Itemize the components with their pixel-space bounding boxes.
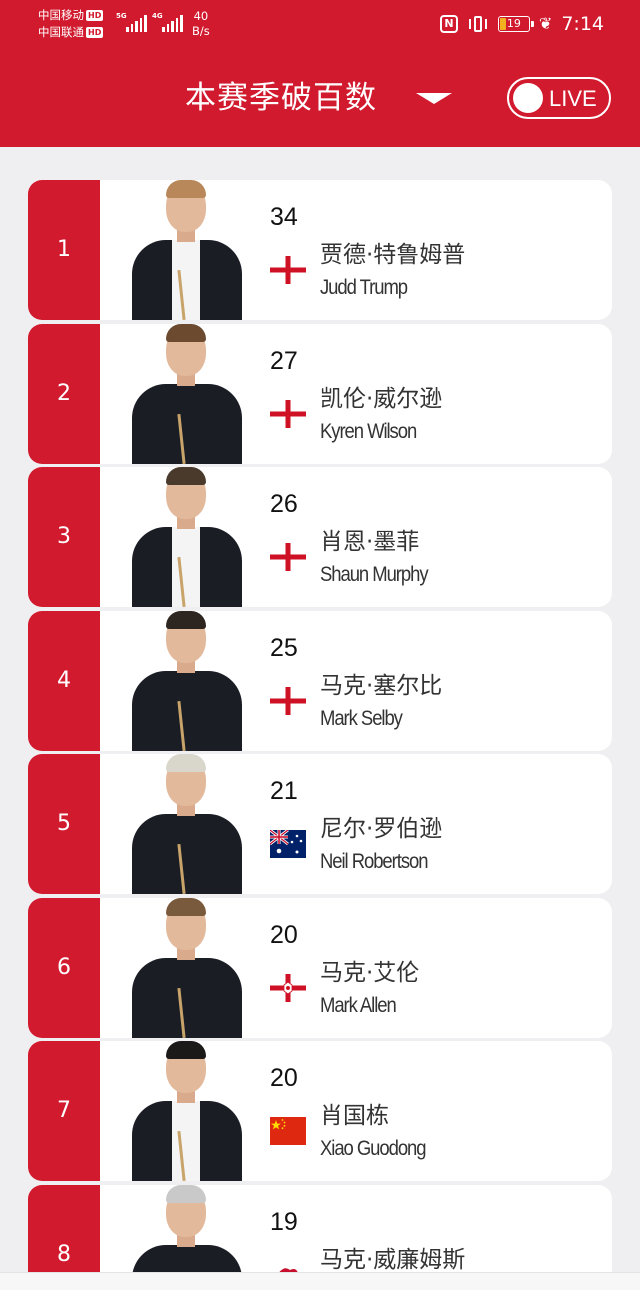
player-name-cn: 马克·威廉姆斯 (320, 1246, 466, 1273)
player-name-en: Mark Selby (320, 706, 403, 730)
player-photo (122, 467, 252, 607)
player-card[interactable]: 4 25 马克·塞尔比 Mark Selby (28, 610, 612, 751)
battery-icon: 19 (497, 16, 534, 32)
player-photo (122, 1184, 252, 1272)
england-flag (270, 543, 306, 571)
player-name-cn: 肖国栋 (320, 1103, 389, 1129)
rank-badge: 1 (28, 180, 100, 320)
net-speed-unit: B/s (192, 24, 210, 38)
nfc-icon: N (439, 15, 458, 33)
player-name-en: Kyren Wilson (320, 419, 417, 443)
player-card[interactable]: 3 26 肖恩·墨菲 Shaun Murphy (28, 467, 612, 607)
player-name-cn: 肖恩·墨菲 (320, 529, 420, 555)
player-name-cn: 马克·艾伦 (320, 959, 420, 986)
player-card[interactable]: 1 34 贾德·特鲁姆普 Judd Trump (28, 180, 612, 320)
player-name-en: Mark Allen (320, 993, 397, 1017)
player-card[interactable]: 8 19 马克·威廉姆斯 (28, 1184, 612, 1273)
player-name-cn: 贾德·特鲁姆普 (320, 242, 466, 268)
rank-badge: 7 (28, 1041, 100, 1181)
live-dot-icon (513, 83, 543, 113)
century-count: 19 (270, 1207, 298, 1236)
leaf-icon: ❦ (538, 14, 553, 33)
england-flag (270, 686, 306, 715)
player-card[interactable]: 6 20 马克·艾伦 Mark Allen (28, 897, 612, 1038)
century-count: 34 (270, 203, 298, 231)
carrier-2-label: 中国联通 (38, 25, 84, 39)
century-count: 21 (270, 777, 298, 805)
vibrate-icon (467, 14, 489, 34)
rank-badge: 8 (28, 1184, 100, 1272)
player-name-en: Neil Robertson (320, 850, 429, 873)
player-photo (122, 1041, 252, 1181)
player-name-en: Shaun Murphy (320, 563, 429, 586)
century-count: 27 (270, 346, 298, 375)
rank-badge: 2 (28, 323, 100, 464)
carrier-1-label: 中国移动 (38, 8, 84, 22)
live-label: LIVE (549, 86, 597, 111)
player-name-en: Xiao Guodong (320, 1137, 427, 1160)
northern-ireland-flag (270, 973, 306, 1002)
carrier-1: 中国移动 HD (38, 8, 104, 22)
net-speed: 40 B/s (192, 9, 210, 39)
century-count: 26 (270, 490, 298, 518)
player-photo (122, 754, 252, 894)
rank-badge: 4 (28, 610, 100, 751)
net-speed-value: 40 (193, 9, 209, 23)
england-flag (270, 256, 306, 284)
live-button[interactable]: LIVE (507, 77, 611, 119)
player-photo (122, 323, 252, 464)
wales-flag (270, 1260, 306, 1272)
rank-badge: 5 (28, 754, 100, 894)
signal-4g-icon: 4G (152, 12, 188, 32)
england-flag (270, 399, 306, 428)
rank-badge: 3 (28, 467, 100, 607)
player-photo (122, 897, 252, 1038)
player-card[interactable]: 5 21 尼尔·罗伯逊 Neil Robertson (28, 754, 612, 894)
page-title[interactable]: 本赛季破百数 (185, 78, 377, 118)
player-card[interactable]: 7 20 肖国栋 Xiao Guodong (28, 1041, 612, 1181)
carrier-2: 中国联通 HD (38, 25, 104, 39)
player-photo (122, 610, 252, 751)
century-count: 25 (270, 633, 298, 662)
bottom-edge (0, 1272, 640, 1290)
rank-badge: 6 (28, 897, 100, 1038)
china-flag (270, 1117, 306, 1145)
clock: 7:14 (561, 13, 604, 35)
player-photo (122, 180, 252, 320)
player-name-cn: 尼尔·罗伯逊 (320, 816, 443, 842)
signal-5g-icon: 5G (116, 12, 152, 32)
hd-badge: HD (86, 10, 104, 21)
century-ranking-list[interactable]: 1 34 贾德·特鲁姆普 Judd Trump 2 27 凯伦·威尔逊 Kyre… (0, 147, 640, 1272)
player-name-cn: 凯伦·威尔逊 (320, 385, 443, 412)
chevron-down-icon[interactable] (416, 93, 452, 104)
header: 本赛季破百数 LIVE (0, 50, 640, 147)
australia-flag (269, 828, 306, 858)
battery-level: 19 (506, 17, 521, 30)
status-bar: 中国移动 HD 中国联通 HD 5G 4G 40 B/s N 19 ❦ 7:14 (0, 0, 640, 50)
hd-badge: HD (86, 27, 104, 38)
player-card[interactable]: 2 27 凯伦·威尔逊 Kyren Wilson (28, 323, 612, 464)
century-count: 20 (270, 920, 298, 949)
player-name-en: Judd Trump (320, 276, 408, 299)
century-count: 20 (270, 1064, 298, 1092)
player-name-cn: 马克·塞尔比 (320, 672, 443, 699)
